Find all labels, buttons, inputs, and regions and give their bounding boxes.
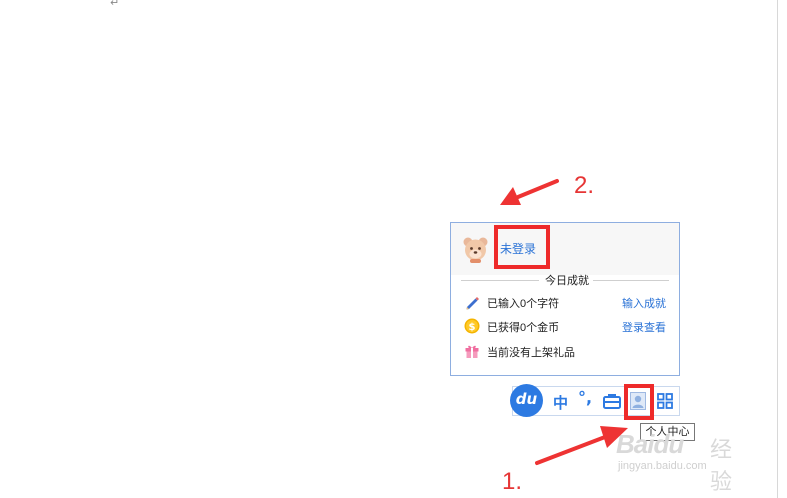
achievement-row-coins: $ 已获得0个金币 登录查看 [451,317,679,335]
punctuation-toggle[interactable]: °, [578,388,592,407]
watermark-brand: Baidu [616,429,684,459]
paragraph-mark: ↵ [110,0,120,9]
watermark-url: jingyan.baidu.com [618,460,707,472]
baidu-jingyan-watermark: Baidu 经验 jingyan.baidu.com [612,427,752,494]
user-center-popup: 未登录 今日成就 已输入0个字符 输入成就 $ 已获得0个金币 登录查看 当前没… [450,222,680,376]
step-1-label: 1. [502,468,523,495]
achievements-heading: 今日成就 [451,272,679,287]
grid-menu-icon[interactable] [657,393,673,409]
achievement-row-gifts: 当前没有上架礼品 [451,342,679,360]
step-2-label: 2. [574,172,595,199]
no-gifts-text: 当前没有上架礼品 [487,347,575,359]
divider [593,280,669,281]
pencil-icon [466,297,479,310]
coin-icon: $ [464,318,480,334]
divider [461,280,539,281]
login-highlight-box [494,225,550,269]
toolbox-icon[interactable] [603,393,621,409]
du-logo-button[interactable]: du [510,384,543,417]
popup-header: 未登录 [451,223,679,275]
watermark-brand-suffix: 经验 [710,437,733,494]
coins-earned-text: 已获得0个金币 [487,322,560,334]
user-icon-highlight-box [624,384,654,420]
chinese-mode-toggle[interactable]: 中 [553,392,568,413]
gift-icon [465,345,479,358]
input-achievement-link[interactable]: 输入成就 [622,295,666,311]
document-page-edge [777,0,778,498]
achievement-row-input: 已输入0个字符 输入成就 [451,293,679,311]
achievements-title: 今日成就 [545,275,589,287]
arrow-to-login [500,179,559,205]
login-view-link[interactable]: 登录查看 [622,319,666,335]
bear-avatar-icon [463,237,488,263]
chars-typed-text: 已输入0个字符 [487,298,560,310]
svg-text:$: $ [469,322,476,333]
